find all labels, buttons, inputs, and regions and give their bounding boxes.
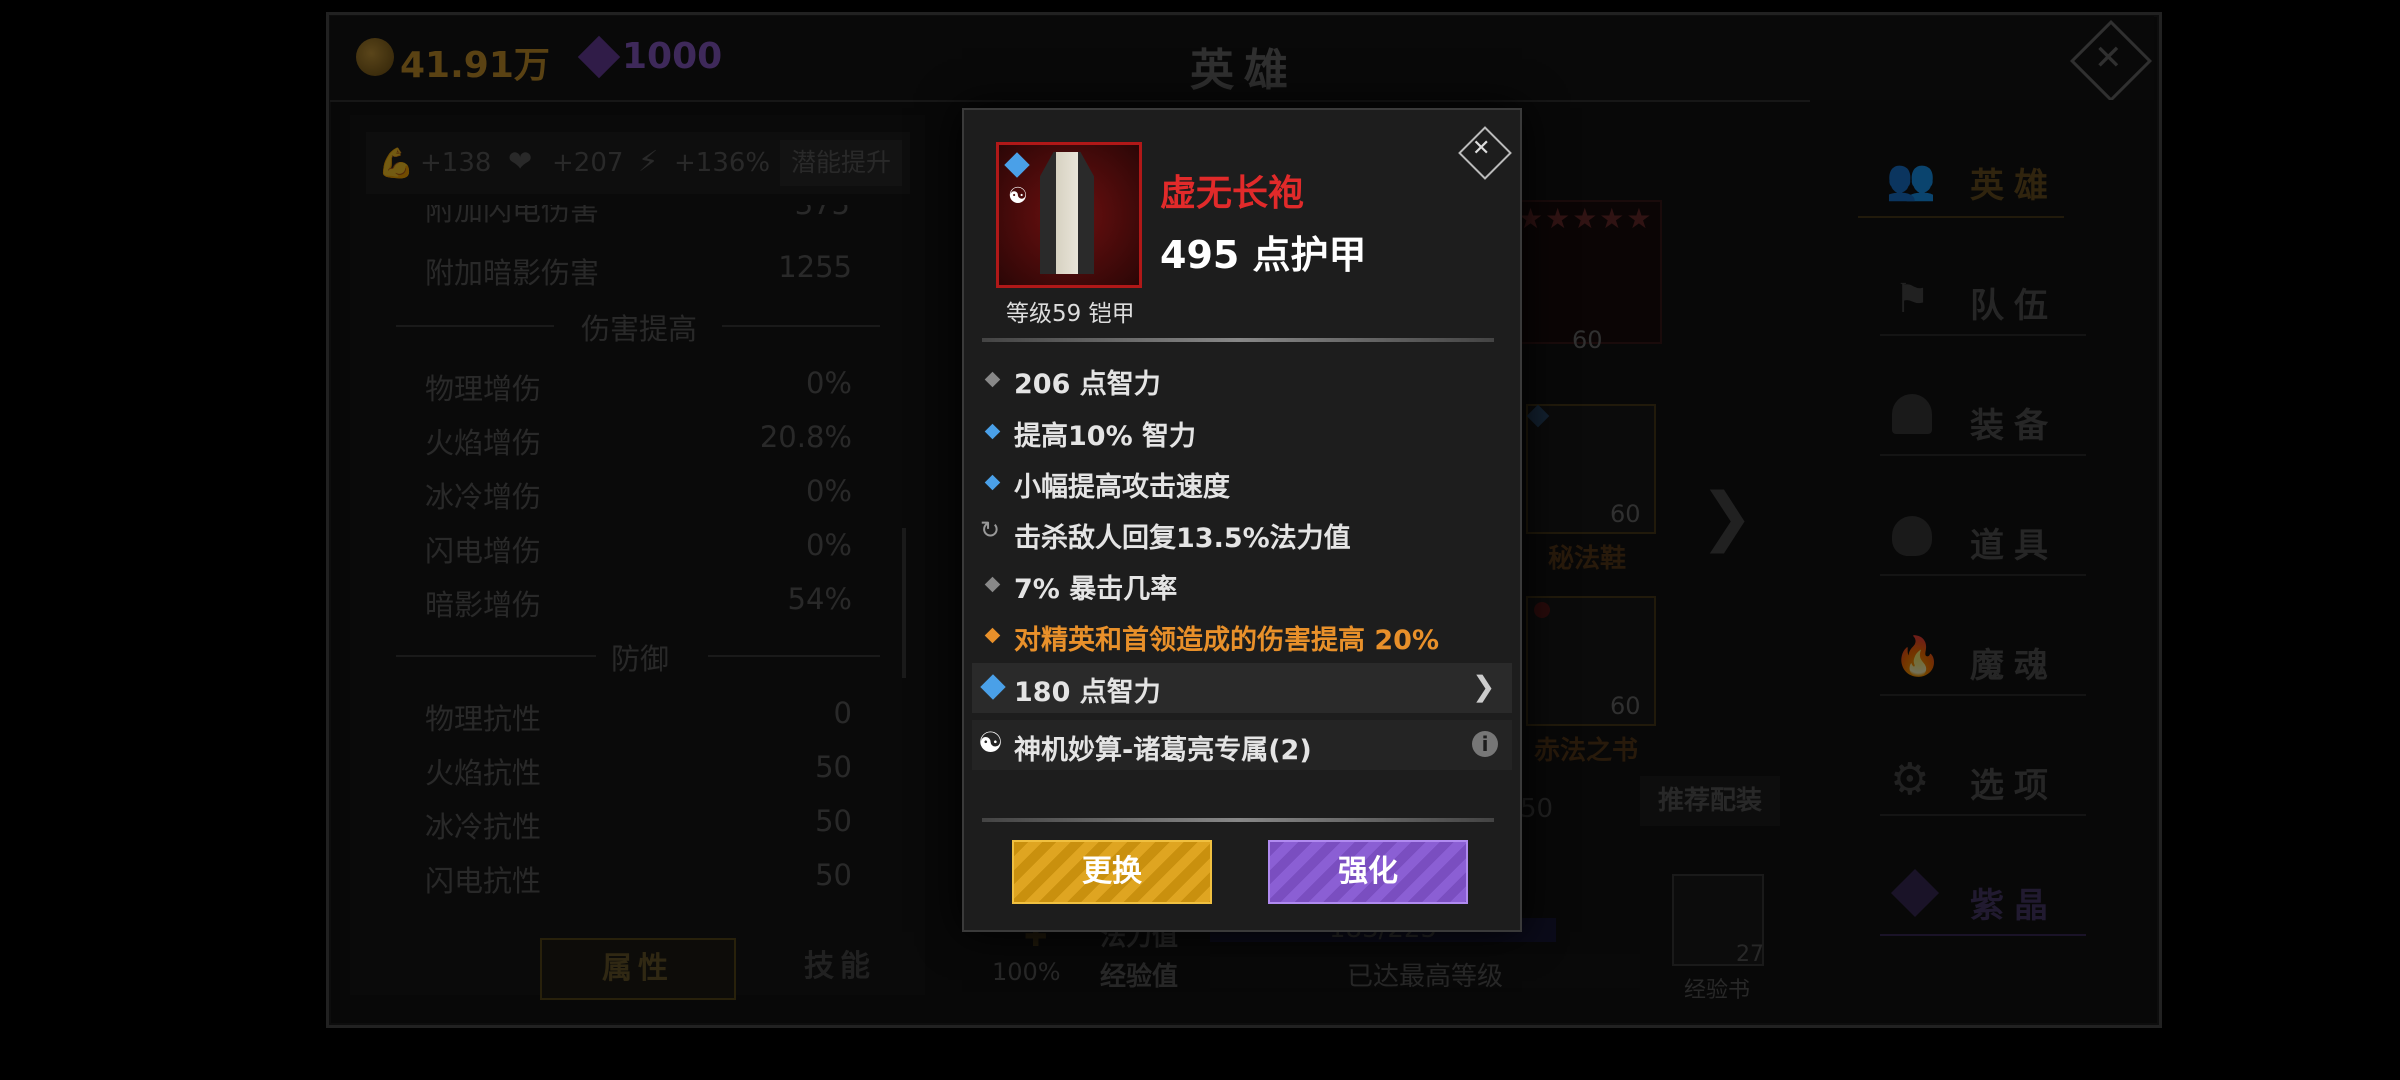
attribute-line: 击杀敌人回复13.5%法力值 — [1014, 523, 1351, 554]
stat-value: 50 — [815, 858, 852, 892]
stat-value: 54% — [787, 582, 852, 616]
upgrade-button[interactable]: 强化 — [1268, 840, 1468, 904]
hero-icon: 👥 — [1886, 157, 1936, 203]
exp-book-count: 27 — [1736, 942, 1764, 967]
info-icon[interactable]: i — [1472, 731, 1498, 757]
exp-book-label: 经验书 — [1684, 978, 1751, 1003]
slot-level: 60 — [1610, 500, 1641, 528]
bag-icon — [1892, 516, 1932, 556]
nav-label: 道具 — [1970, 526, 2058, 566]
stat-label: 冰冷抗性 — [425, 810, 542, 844]
flame-icon: 🔥 — [1894, 634, 1942, 678]
speed-value: +136% — [674, 148, 771, 178]
tab-skills[interactable]: 技能 — [780, 938, 900, 996]
gear-icon: ⚙ — [1890, 754, 1930, 805]
slot-level: 60 — [1572, 326, 1603, 354]
page-title: 英雄 — [1190, 45, 1298, 96]
stat-label: 附加暗影伤害 — [425, 256, 600, 290]
stat-label: 物理增伤 — [425, 372, 542, 406]
item-armor: 495 点护甲 — [1160, 233, 1367, 277]
stat-value: 0 — [833, 696, 852, 730]
stat-value: 0% — [805, 528, 852, 562]
clipped-stat-value: 375 — [795, 205, 850, 221]
strength-icon: 💪 — [378, 146, 415, 180]
helmet-icon — [1892, 394, 1932, 434]
health-value: +207 — [552, 148, 624, 178]
slot-name: 秘法鞋 — [1548, 544, 1627, 574]
stat-value: 0% — [805, 366, 852, 400]
recommend-loadout-button[interactable]: 推荐配装 — [1640, 776, 1780, 826]
nav-label: 装备 — [1970, 406, 2058, 446]
divider — [982, 818, 1494, 822]
chevron-right-icon[interactable]: ❯ — [1700, 480, 1754, 554]
slot-level: 60 — [1610, 692, 1641, 720]
divider — [396, 325, 554, 327]
tab-attributes[interactable]: 属性 — [540, 938, 736, 1000]
flag-icon: ⚑ — [1894, 276, 1930, 322]
gem-icon — [577, 35, 621, 79]
stat-value: 1255 — [778, 250, 852, 284]
stats-scrollbar[interactable] — [902, 528, 906, 678]
stat-label: 暗影增伤 — [425, 588, 542, 622]
stat-label: 闪电抗性 — [425, 864, 542, 898]
attribute-line: 7% 暴击几率 — [1014, 574, 1178, 605]
percent-value: 100% — [992, 958, 1061, 986]
stat-value: 20.8% — [759, 420, 852, 454]
robe-icon — [1040, 152, 1094, 274]
nav-label: 英雄 — [1970, 166, 2058, 206]
stat-value: 50 — [815, 804, 852, 838]
gold-amount: 41.91万 — [400, 45, 550, 86]
attribute-line-legendary: 对精英和首领造成的伤害提高 20% — [1014, 625, 1440, 656]
nav-label: 魔魂 — [1970, 646, 2058, 686]
replace-button[interactable]: 更换 — [1012, 840, 1212, 904]
nav-label: 选项 — [1970, 766, 2058, 806]
divider — [708, 655, 880, 657]
stat-value: 50 — [815, 750, 852, 784]
stat-label: 火焰抗性 — [425, 756, 542, 790]
gem-bonus: 180 点智力 — [1014, 677, 1161, 708]
partial-value: 50 — [1520, 794, 1554, 824]
attribute-line: 提高10% 智力 — [1014, 421, 1197, 452]
nav-label: 紫晶 — [1970, 886, 2058, 926]
refresh-icon: ↻ — [980, 516, 1001, 544]
potential-button[interactable]: 潜能提升 — [780, 140, 902, 186]
yin-yang-icon: ☯ — [1008, 184, 1028, 209]
stat-label: 物理抗性 — [425, 702, 542, 736]
exp-value: 已达最高等级 — [1346, 962, 1503, 992]
stat-label: 冰冷增伤 — [425, 480, 542, 514]
divider — [396, 655, 596, 657]
stat-label: 火焰增伤 — [425, 426, 542, 460]
item-name: 虚无长袍 — [1160, 173, 1305, 214]
exp-label: 经验值 — [1100, 962, 1179, 992]
close-icon: ✕ — [1472, 136, 1491, 161]
chevron-right-icon[interactable]: ❯ — [1472, 670, 1495, 703]
star-rating: ★★★★★ — [1518, 202, 1654, 235]
nav-label: 队伍 — [1970, 286, 2058, 326]
heart-icon: ❤ — [508, 144, 533, 178]
strength-value: +138 — [420, 148, 492, 178]
section-damage-header: 伤害提高 — [580, 312, 697, 346]
divider — [982, 338, 1494, 342]
section-defense-header: 防御 — [610, 642, 669, 676]
set-bonus-name: 神机妙算-诸葛亮专属(2) — [1014, 735, 1312, 766]
yin-yang-icon: ☯ — [978, 726, 1004, 759]
stat-label: 闪电增伤 — [425, 534, 542, 568]
gem-amount: 1000 — [622, 36, 723, 77]
clipped-stat-row: 附加闪电伤害 375 — [395, 205, 870, 229]
divider — [722, 325, 880, 327]
attribute-line: 206 点智力 — [1014, 369, 1161, 400]
attribute-line: 小幅提高攻击速度 — [1014, 472, 1230, 503]
stat-value: 0% — [805, 474, 852, 508]
red-gem-icon — [1534, 602, 1550, 618]
lightning-icon: ⚡ — [638, 144, 659, 178]
gold-coin-icon — [356, 38, 394, 80]
slot-name: 赤法之书 — [1534, 736, 1639, 766]
item-level-type: 等级59 铠甲 — [1006, 301, 1135, 327]
close-icon: ✕ — [2094, 38, 2123, 78]
clipped-stat-label: 附加闪电伤害 — [425, 205, 600, 227]
